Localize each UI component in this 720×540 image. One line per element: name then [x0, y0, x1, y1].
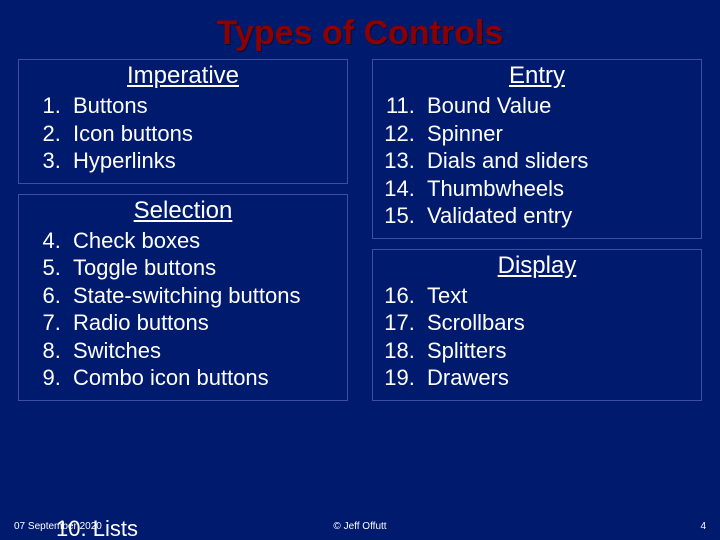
list-item: Scrollbars — [421, 309, 693, 337]
heading-selection: Selection — [27, 197, 339, 225]
footer-date: 07 September 2020 — [14, 521, 102, 532]
group-selection: Selection Check boxes Toggle buttons Sta… — [18, 194, 348, 401]
slide-title: Types of Controls — [0, 0, 720, 59]
footer-page: 4 — [700, 521, 706, 532]
list-item: Splitters — [421, 337, 693, 365]
list-item: Switches — [67, 337, 339, 365]
list-display: Text Scrollbars Splitters Drawers — [381, 282, 693, 392]
list-item: Spinner — [421, 120, 693, 148]
content-columns: Imperative Buttons Icon buttons Hyperlin… — [0, 59, 720, 411]
list-imperative: Buttons Icon buttons Hyperlinks — [27, 92, 339, 175]
list-item: Dials and sliders — [421, 147, 693, 175]
list-item: Toggle buttons — [67, 254, 339, 282]
list-item: Validated entry — [421, 202, 693, 230]
list-item: Drawers — [421, 364, 693, 392]
list-item: Icon buttons — [67, 120, 339, 148]
left-column: Imperative Buttons Icon buttons Hyperlin… — [18, 59, 348, 411]
list-item: Check boxes — [67, 227, 339, 255]
group-entry: Entry Bound Value Spinner Dials and slid… — [372, 59, 702, 239]
group-display: Display Text Scrollbars Splitters Drawer… — [372, 249, 702, 401]
group-imperative: Imperative Buttons Icon buttons Hyperlin… — [18, 59, 348, 184]
heading-entry: Entry — [381, 62, 693, 90]
list-entry: Bound Value Spinner Dials and sliders Th… — [381, 92, 693, 230]
list-item: Combo icon buttons — [67, 364, 339, 392]
heading-display: Display — [381, 252, 693, 280]
list-item: Bound Value — [421, 92, 693, 120]
list-item: Radio buttons — [67, 309, 339, 337]
list-item: Text — [421, 282, 693, 310]
footer: 07 September 2020 © Jeff Offutt 4 — [0, 521, 720, 532]
list-selection: Check boxes Toggle buttons State-switchi… — [27, 227, 339, 392]
heading-imperative: Imperative — [27, 62, 339, 90]
list-item: Buttons — [67, 92, 339, 120]
list-item: State-switching buttons — [67, 282, 339, 310]
slide: Types of Controls Imperative Buttons Ico… — [0, 0, 720, 540]
list-item: Hyperlinks — [67, 147, 339, 175]
footer-center: © Jeff Offutt — [333, 521, 386, 532]
right-column: Entry Bound Value Spinner Dials and slid… — [372, 59, 702, 411]
list-item: Thumbwheels — [421, 175, 693, 203]
